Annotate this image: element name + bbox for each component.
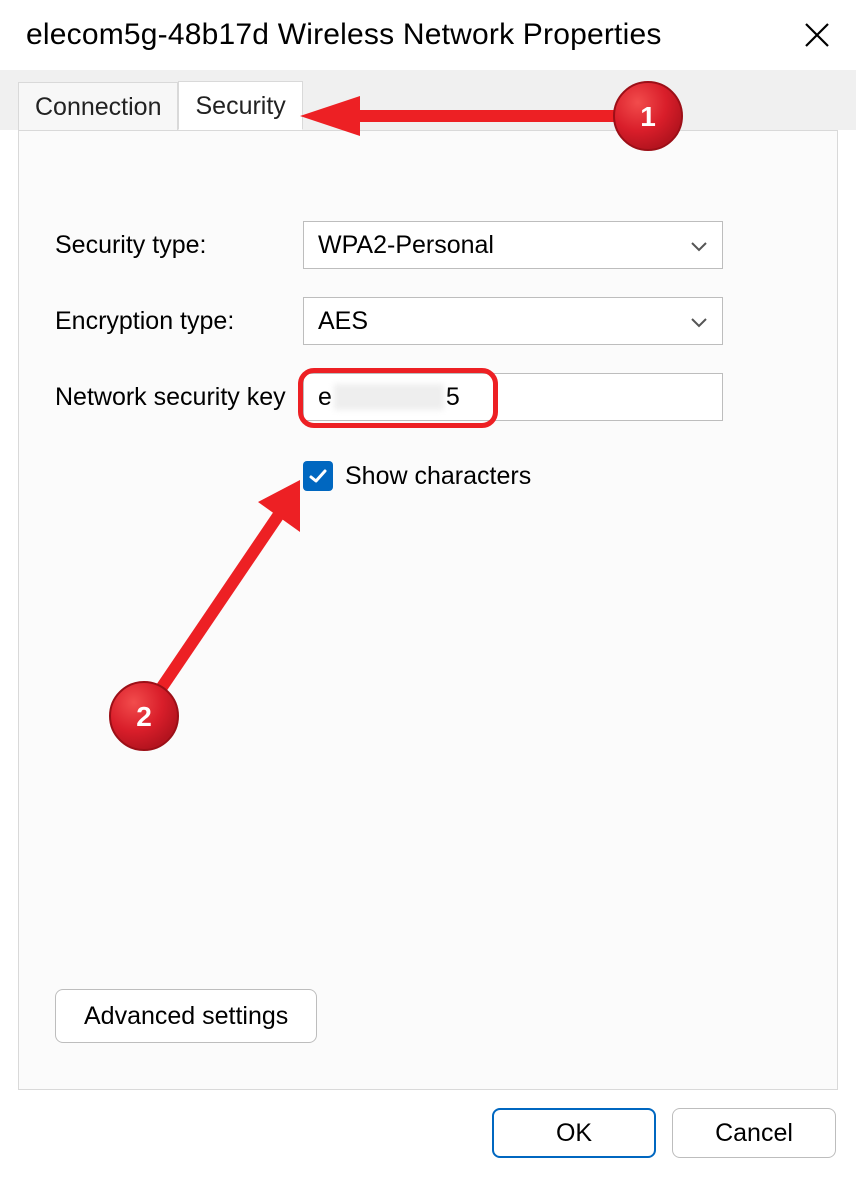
cancel-button[interactable]: Cancel [672, 1108, 836, 1158]
tab-security[interactable]: Security [178, 81, 302, 130]
advanced-settings-button[interactable]: Advanced settings [55, 989, 317, 1043]
chevron-down-icon [690, 307, 708, 336]
close-icon [803, 21, 831, 49]
window-title: elecom5g-48b17d Wireless Network Propert… [26, 18, 662, 52]
security-panel: Security type: WPA2-Personal Encryption … [18, 130, 838, 1090]
security-type-label: Security type: [55, 231, 303, 260]
show-characters-row[interactable]: Show characters [303, 461, 801, 491]
ok-button[interactable]: OK [492, 1108, 656, 1158]
show-characters-checkbox[interactable] [303, 461, 333, 491]
network-key-suffix: 5 [446, 383, 460, 412]
encryption-type-label: Encryption type: [55, 307, 303, 336]
security-type-select[interactable]: WPA2-Personal [303, 221, 723, 269]
network-key-input[interactable]: e 5 [303, 373, 723, 421]
security-type-value: WPA2-Personal [318, 231, 494, 260]
close-button[interactable] [798, 16, 836, 54]
encryption-type-value: AES [318, 307, 368, 336]
chevron-down-icon [690, 231, 708, 260]
show-characters-label: Show characters [345, 462, 531, 491]
network-key-label: Network security key [55, 383, 303, 412]
check-icon [308, 466, 328, 486]
encryption-type-select[interactable]: AES [303, 297, 723, 345]
tab-strip: Connection Security [0, 70, 856, 130]
tab-connection[interactable]: Connection [18, 82, 178, 131]
network-key-prefix: e [318, 383, 332, 412]
network-key-redacted [334, 384, 444, 410]
